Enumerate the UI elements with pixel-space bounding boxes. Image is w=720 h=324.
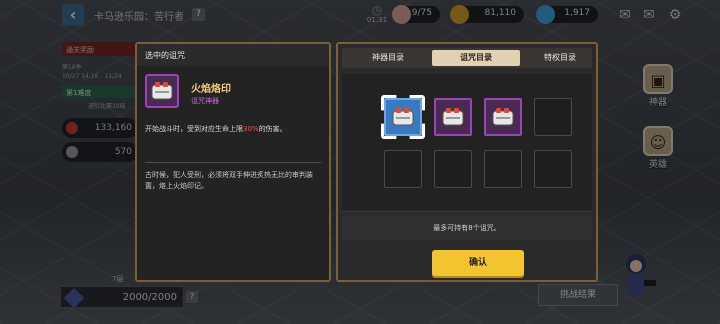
curse-slot-6[interactable] (434, 150, 472, 188)
capacity-text: 最多可持有8个诅咒。 (342, 216, 592, 240)
curse-slot-8[interactable] (534, 150, 572, 188)
toaster-icon (442, 108, 464, 126)
curse-lore: 古时候，犯人受刑，必须将双手伸进炙热无比的审判装置，烙上火焰印记。 (145, 171, 313, 190)
curse-effect-pre: 开始战斗时，受到对应生命上限 (145, 125, 243, 133)
selected-curse-header: 选中的诅咒 (137, 44, 329, 66)
toaster-icon (392, 108, 414, 126)
curse-type: 诅咒神器 (191, 97, 219, 105)
tab-curses[interactable]: 诅咒目录 (432, 50, 520, 66)
curse-slot-2[interactable] (434, 98, 472, 136)
curse-effect-highlight: 30% (243, 125, 259, 133)
curse-name: 火焰烙印 (191, 84, 231, 95)
tab-privileges[interactable]: 特权目录 (516, 50, 604, 66)
confirm-button[interactable]: 确认 (432, 250, 524, 276)
curse-slot-3[interactable] (484, 98, 522, 136)
toaster-icon (151, 82, 173, 100)
curse-slot-7[interactable] (484, 150, 522, 188)
selected-curse-slot (145, 74, 179, 108)
selected-curse-panel: 选中的诅咒 火焰烙印 诅咒神器 开始战斗时，受到对应生命上限30%的伤害。 古时… (135, 42, 331, 282)
curse-slot-4[interactable] (534, 98, 572, 136)
curse-effect-post: 的伤害。 (258, 125, 287, 133)
curse-slot-1[interactable] (384, 98, 422, 136)
divider (145, 162, 321, 163)
catalog-panel: 神器目录 诅咒目录 特权目录 最多可持有8个诅咒。 确认 (336, 42, 598, 282)
tab-artifacts[interactable]: 神器目录 (344, 50, 432, 66)
curse-effect: 开始战斗时，受到对应生命上限30%的伤害。 (145, 124, 329, 134)
curse-grid (342, 74, 592, 212)
catalog-tabs: 神器目录 诅咒目录 特权目录 (342, 48, 592, 68)
toaster-icon (492, 108, 514, 126)
curse-slot-5[interactable] (384, 150, 422, 188)
